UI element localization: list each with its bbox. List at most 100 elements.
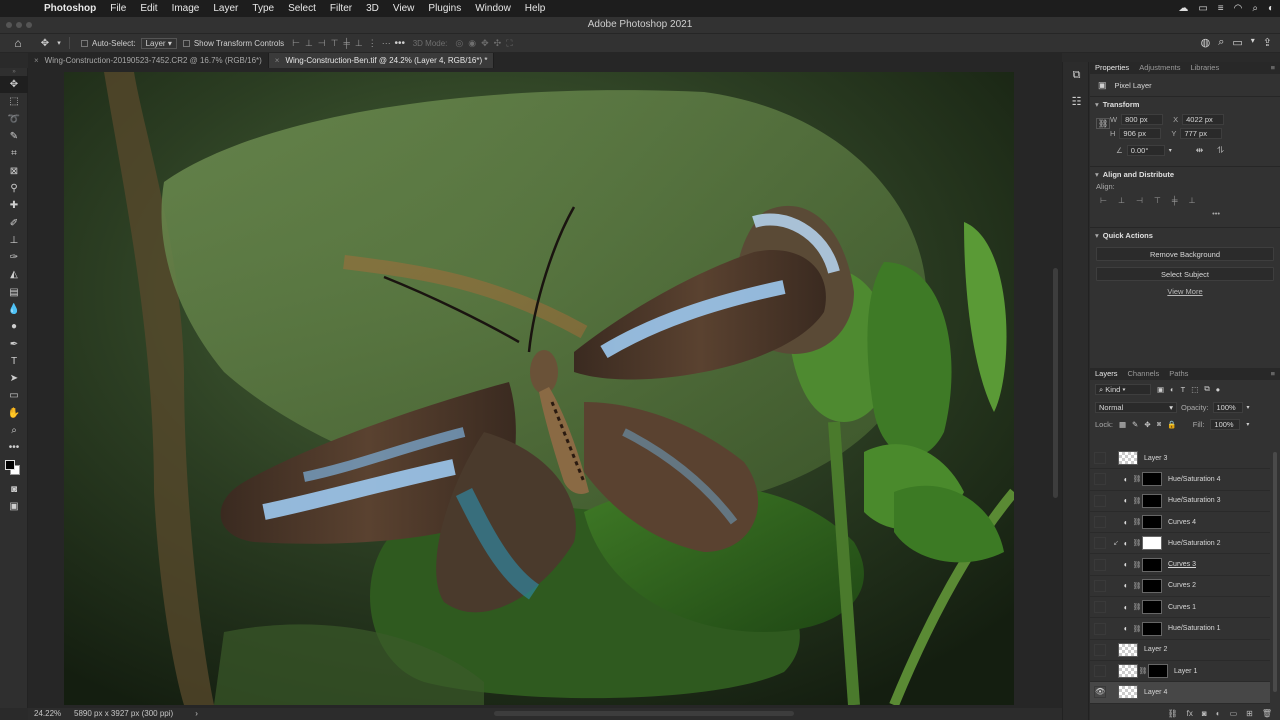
search-icon[interactable]: ⌕	[1218, 36, 1224, 49]
menu-file[interactable]: File	[103, 3, 133, 14]
align-right-icon[interactable]: ⊣	[318, 38, 326, 49]
path-selection-tool-icon[interactable]: ➤	[0, 370, 28, 387]
visibility-eye-icon[interactable]	[1094, 494, 1106, 507]
align-bottom-icon[interactable]: ⊥	[355, 38, 363, 49]
hand-tool-icon[interactable]: ✋	[0, 405, 28, 422]
angle-field[interactable]: 0.00°	[1126, 144, 1165, 156]
home-icon[interactable]: ⌂	[0, 36, 36, 50]
layer-mask-thumbnail[interactable]	[1142, 536, 1162, 551]
layer-row[interactable]: ⛓ Layer 1	[1090, 661, 1270, 683]
blend-mode-dropdown[interactable]: Normal ▾	[1095, 401, 1177, 413]
filter-smart-object-icon[interactable]: ⧉	[1204, 384, 1209, 394]
3d-roll-icon[interactable]: ◉	[468, 38, 476, 49]
visibility-eye-icon[interactable]	[1094, 601, 1106, 614]
document-tab-active[interactable]: × Wing-Construction-Ben.tif @ 24.2% (Laye…	[268, 53, 495, 68]
adjustment-layer-icon[interactable]: ◐	[1120, 539, 1132, 548]
adjustment-layer-icon[interactable]: ◐	[1120, 475, 1132, 484]
move-tool-icon[interactable]: ✥	[36, 38, 54, 49]
chevron-down-icon[interactable]: ▾	[1247, 404, 1250, 411]
adjustment-layer-icon[interactable]: ◐	[1120, 581, 1132, 590]
document-canvas[interactable]	[64, 72, 1014, 705]
filter-toggle-icon[interactable]: ●	[1216, 385, 1221, 394]
filter-type-icon[interactable]: T	[1181, 385, 1186, 394]
history-brush-tool-icon[interactable]: ✑	[0, 249, 28, 266]
menu-image[interactable]: Image	[165, 3, 207, 14]
color-swatches[interactable]	[0, 457, 28, 481]
new-layer-icon[interactable]: ⊞	[1246, 708, 1253, 720]
lock-artboard-icon[interactable]: ⧈	[1157, 419, 1162, 429]
layer-name[interactable]: Layer 1	[1174, 668, 1197, 675]
minimize-window-icon[interactable]	[16, 22, 22, 28]
align-vcenter-icon[interactable]: ╪	[1172, 196, 1178, 205]
layer-mask-thumbnail[interactable]	[1142, 578, 1162, 593]
adjustment-layer-icon[interactable]: ◐	[1120, 518, 1132, 527]
mask-link-icon[interactable]: ⛓	[1132, 603, 1142, 611]
3d-slide-icon[interactable]: ✣	[494, 38, 502, 49]
dodge-tool-icon[interactable]: ●	[0, 318, 28, 335]
mask-link-icon[interactable]: ⛓	[1132, 625, 1142, 633]
rectangle-tool-icon[interactable]: ▭	[0, 387, 28, 404]
menu-layer[interactable]: Layer	[206, 3, 245, 14]
search-icon[interactable]: ⌕	[1252, 3, 1258, 14]
add-mask-icon[interactable]: ◙	[1202, 708, 1207, 720]
auto-select-checkbox[interactable]	[81, 39, 88, 47]
mask-link-icon[interactable]: ⛓	[1132, 539, 1142, 547]
foreground-color-swatch[interactable]	[5, 459, 15, 470]
3d-orbit-icon[interactable]: ◎	[455, 38, 463, 49]
height-field[interactable]: 906 px	[1119, 127, 1162, 139]
visibility-eye-icon[interactable]	[1094, 558, 1106, 571]
adjustment-layer-icon[interactable]: ◐	[1120, 624, 1132, 633]
layer-row[interactable]: ↙ ◐ ⛓ Hue/Saturation 2	[1090, 533, 1270, 555]
lasso-tool-icon[interactable]: ➰	[0, 111, 28, 128]
toolbar-grip[interactable]: »	[0, 68, 28, 76]
visibility-eye-icon[interactable]	[1094, 665, 1106, 678]
layer-mask-thumbnail[interactable]	[1142, 557, 1162, 572]
mask-link-icon[interactable]: ⛓	[1132, 497, 1142, 505]
chevron-down-icon[interactable]: ▾	[1169, 147, 1172, 154]
share-icon[interactable]: ◍	[1201, 36, 1211, 49]
zoom-tool-icon[interactable]: ⌕	[0, 422, 28, 439]
fill-field[interactable]: 100%	[1210, 418, 1241, 430]
align-header[interactable]: ▾ Align and Distribute	[1090, 167, 1280, 182]
lock-all-icon[interactable]: 🔒	[1167, 420, 1176, 429]
tab-channels[interactable]: Channels	[1128, 368, 1160, 380]
visibility-eye-icon[interactable]: 👁	[1094, 686, 1106, 699]
layer-name[interactable]: Hue/Saturation 4	[1168, 476, 1221, 483]
layer-name[interactable]: Layer 2	[1144, 646, 1167, 653]
adjustment-layer-icon[interactable]: ◐	[1120, 603, 1132, 612]
crop-tool-icon[interactable]: ⌗	[0, 145, 28, 162]
adjustment-layer-icon[interactable]: ◐	[1120, 560, 1132, 569]
layer-mask-thumbnail[interactable]	[1148, 664, 1168, 679]
layer-name[interactable]: Curves 3	[1168, 561, 1196, 568]
brush-tool-icon[interactable]: ✐	[0, 214, 28, 231]
menu-plugins[interactable]: Plugins	[421, 3, 468, 14]
menu-app-name[interactable]: Photoshop	[37, 3, 103, 14]
layer-mask-thumbnail[interactable]	[1142, 621, 1162, 636]
edit-toolbar-icon[interactable]: •••	[0, 439, 28, 456]
panel-menu-icon[interactable]: ≡	[1271, 368, 1275, 380]
creative-cloud-icon[interactable]: ☁	[1178, 3, 1188, 14]
new-group-icon[interactable]: ▭	[1230, 708, 1238, 720]
layer-row[interactable]: ◐ ⛓ Curves 2	[1090, 576, 1270, 598]
layer-row[interactable]: ◐ ⛓ Hue/Saturation 3	[1090, 491, 1270, 512]
visibility-eye-icon[interactable]	[1094, 579, 1106, 592]
canvas-area[interactable]	[28, 68, 1062, 708]
layer-row[interactable]: ◐ ⛓ Curves 1	[1090, 597, 1270, 619]
visibility-eye-icon[interactable]	[1094, 473, 1106, 486]
layer-mask-thumbnail[interactable]	[1142, 515, 1162, 530]
visibility-eye-icon[interactable]	[1094, 516, 1106, 529]
pen-tool-icon[interactable]: ✒	[0, 335, 28, 352]
view-more-link[interactable]: View More	[1090, 287, 1280, 296]
layer-thumbnail[interactable]	[1118, 642, 1138, 657]
3d-pan-icon[interactable]: ✥	[481, 38, 489, 49]
tab-layers[interactable]: Layers	[1095, 368, 1118, 380]
more-align-icon[interactable]: •••	[1090, 209, 1280, 221]
window-controls[interactable]	[6, 22, 32, 28]
eyedropper-tool-icon[interactable]: ⚲	[0, 180, 28, 197]
distribute-h-icon[interactable]: ⋯	[382, 38, 391, 49]
layer-row[interactable]: 👁 Layer 4	[1090, 682, 1270, 704]
tab-adjustments[interactable]: Adjustments	[1139, 62, 1180, 74]
healing-brush-tool-icon[interactable]: ✚	[0, 197, 28, 214]
mask-link-icon[interactable]: ⛓	[1132, 475, 1142, 483]
mask-link-icon[interactable]: ⛓	[1138, 667, 1148, 675]
